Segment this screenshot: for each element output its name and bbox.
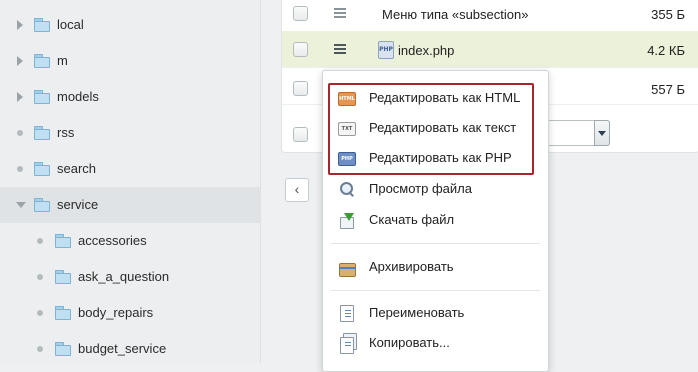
magnifier-icon <box>338 181 356 197</box>
tree-item-m[interactable]: m <box>0 43 260 79</box>
folder-icon <box>55 306 71 320</box>
row-checkbox[interactable] <box>293 6 308 21</box>
file-size: 4.2 КБ <box>647 43 685 58</box>
tree-item-rss[interactable]: rss <box>0 115 260 151</box>
menu-item-label: Скачать файл <box>369 212 455 227</box>
leaf-dot-icon <box>17 166 23 172</box>
row-checkbox[interactable] <box>293 42 308 57</box>
expand-arrow-icon[interactable] <box>17 92 23 102</box>
collapse-arrow-icon[interactable] <box>16 202 26 208</box>
folder-icon <box>34 162 50 176</box>
leaf-dot-icon <box>37 274 43 280</box>
chevron-down-icon[interactable] <box>594 120 610 146</box>
leaf-dot-icon <box>17 130 23 136</box>
tree-item-ask-a-question[interactable]: ask_a_question <box>0 259 260 295</box>
rename-page-icon <box>338 305 356 322</box>
tree-item-accessories[interactable]: accessories <box>0 223 260 259</box>
folder-icon <box>55 342 71 356</box>
folder-icon <box>34 18 50 32</box>
download-icon <box>338 212 356 229</box>
tree-item-label: service <box>57 197 99 212</box>
menu-item-copy[interactable]: Копировать... <box>323 328 548 358</box>
copy-pages-icon <box>338 333 357 354</box>
menu-item-download-file[interactable]: Скачать файл <box>323 205 548 235</box>
expand-arrow-icon[interactable] <box>17 20 23 30</box>
file-size: 557 Б <box>651 82 685 97</box>
menu-divider <box>331 290 540 291</box>
file-name[interactable]: Меню типа «subsection» <box>382 7 528 22</box>
tree-item-label: search <box>57 161 97 176</box>
row-menu-icon[interactable] <box>334 8 346 18</box>
file-size: 355 Б <box>651 7 685 22</box>
php-edit-icon: PHP <box>338 150 356 166</box>
folder-icon <box>34 126 50 140</box>
tree-item-label: body_repairs <box>78 305 154 320</box>
tree-item-models[interactable]: models <box>0 79 260 115</box>
tree-item-label: ask_a_question <box>78 269 170 284</box>
select-all-checkbox[interactable] <box>293 127 308 142</box>
menu-item-edit-text[interactable]: TXT Редактировать как текст <box>323 113 548 143</box>
tree-item-search[interactable]: search <box>0 151 260 187</box>
tree-item-service[interactable]: service <box>0 187 260 223</box>
tree-item-label: local <box>57 17 84 32</box>
folder-tree: local m models rss search service access… <box>0 0 261 363</box>
leaf-dot-icon <box>37 346 43 352</box>
menu-item-rename[interactable]: Переименовать <box>323 298 548 328</box>
leaf-dot-icon <box>37 238 43 244</box>
menu-divider <box>331 243 540 244</box>
tree-item-budget-service[interactable]: budget_service <box>0 331 260 367</box>
pager-prev-button[interactable]: ‹ <box>285 178 309 202</box>
expand-arrow-icon[interactable] <box>17 56 23 66</box>
archive-icon <box>338 259 356 277</box>
tree-item-body-repairs[interactable]: body_repairs <box>0 295 260 331</box>
menu-item-label: Редактировать как текст <box>369 120 517 135</box>
folder-icon <box>34 90 50 104</box>
file-context-menu: HTML Редактировать как HTML TXT Редактир… <box>322 70 549 372</box>
folder-icon <box>34 54 50 68</box>
row-checkbox[interactable] <box>293 81 308 96</box>
text-edit-icon: TXT <box>338 120 356 136</box>
tree-item-label: budget_service <box>78 341 167 356</box>
folder-icon <box>34 198 50 212</box>
menu-item-label: Переименовать <box>369 305 465 320</box>
table-row[interactable]: Меню типа «subsection» 355 Б <box>282 0 698 32</box>
menu-item-edit-html[interactable]: HTML Редактировать как HTML <box>323 83 548 113</box>
menu-item-edit-php[interactable]: PHP Редактировать как PHP <box>323 143 548 173</box>
menu-item-archive[interactable]: Архивировать <box>323 252 548 282</box>
menu-item-label: Копировать... <box>369 335 450 350</box>
folder-icon <box>55 270 71 284</box>
table-row[interactable]: PHP index.php 4.2 КБ <box>282 31 698 68</box>
row-menu-icon[interactable] <box>334 44 346 54</box>
menu-item-label: Архивировать <box>369 259 454 274</box>
tree-item-label: accessories <box>78 233 147 248</box>
tree-item-local[interactable]: local <box>0 7 260 43</box>
leaf-dot-icon <box>37 310 43 316</box>
tree-item-label: m <box>57 53 68 68</box>
menu-item-label: Редактировать как HTML <box>369 90 521 105</box>
tree-item-label: models <box>57 89 99 104</box>
menu-item-label: Редактировать как PHP <box>369 150 512 165</box>
tree-item-label: rss <box>57 125 75 140</box>
file-name[interactable]: index.php <box>398 43 454 58</box>
folder-icon <box>55 234 71 248</box>
html-edit-icon: HTML <box>338 90 356 106</box>
menu-item-view-file[interactable]: Просмотр файла <box>323 174 548 204</box>
menu-item-label: Просмотр файла <box>369 181 472 196</box>
php-file-icon: PHP <box>378 41 394 59</box>
